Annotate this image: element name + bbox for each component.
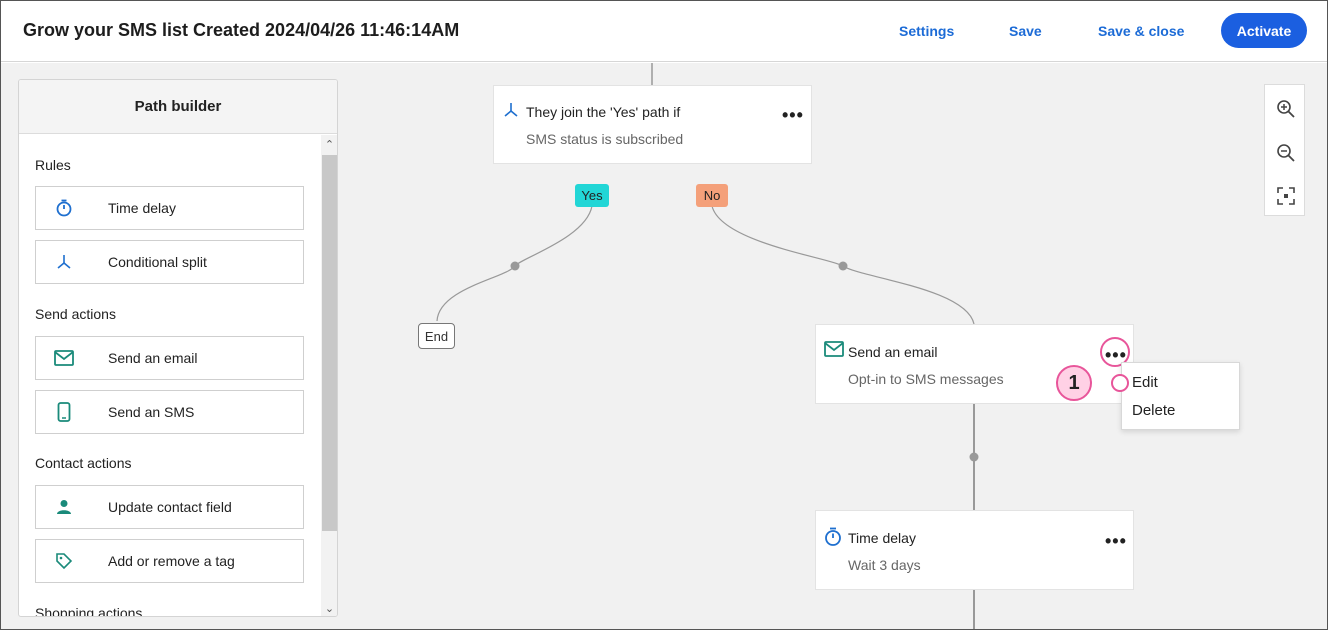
time-delay-item[interactable]: Time delay xyxy=(35,186,304,230)
more-options-icon[interactable]: ••• xyxy=(782,106,804,124)
edit-menu-item[interactable]: Edit xyxy=(1132,374,1158,391)
yes-path-tag: Yes xyxy=(575,184,609,207)
phone-icon xyxy=(54,402,74,422)
zoom-in-icon[interactable] xyxy=(1265,89,1306,129)
card-title: Send an email xyxy=(848,344,938,360)
item-label: Add or remove a tag xyxy=(108,553,235,569)
panel-title: Path builder xyxy=(19,80,337,134)
scroll-down-arrow-icon[interactable]: ⌄ xyxy=(321,600,337,616)
end-node[interactable]: End xyxy=(418,323,455,349)
item-label: Update contact field xyxy=(108,499,232,515)
fit-to-screen-icon[interactable] xyxy=(1265,176,1306,216)
no-path-tag: No xyxy=(696,184,728,207)
card-title: Time delay xyxy=(848,530,916,546)
edit-highlight-ring xyxy=(1111,374,1129,392)
header-bar: Grow your SMS list Created 2024/04/26 11… xyxy=(1,1,1327,62)
item-label: Time delay xyxy=(108,200,176,216)
update-contact-field-item[interactable]: Update contact field xyxy=(35,485,304,529)
card-subtitle: SMS status is subscribed xyxy=(526,131,684,147)
delete-menu-item[interactable]: Delete xyxy=(1132,402,1175,419)
scroll-thumb[interactable] xyxy=(322,155,337,531)
envelope-icon xyxy=(824,341,844,359)
save-link[interactable]: Save xyxy=(1009,23,1042,39)
card-title: They join the 'Yes' path if xyxy=(526,104,681,120)
settings-link[interactable]: Settings xyxy=(899,23,954,39)
section-send-actions: Send actions xyxy=(35,306,116,322)
item-label: Send an SMS xyxy=(108,404,195,420)
conditional-split-card[interactable]: They join the 'Yes' path if SMS status i… xyxy=(493,85,812,164)
send-email-item[interactable]: Send an email xyxy=(35,336,304,380)
save-close-link[interactable]: Save & close xyxy=(1098,23,1184,39)
step-callout-badge: 1 xyxy=(1056,365,1092,401)
add-remove-tag-item[interactable]: Add or remove a tag xyxy=(35,539,304,583)
card-subtitle: Opt-in to SMS messages xyxy=(848,371,1004,387)
page-title: Grow your SMS list Created 2024/04/26 11… xyxy=(23,20,460,40)
time-delay-card[interactable]: Time delay Wait 3 days ••• xyxy=(815,510,1134,590)
split-icon xyxy=(502,101,520,119)
item-label: Conditional split xyxy=(108,254,207,270)
panel-scrollbar[interactable]: ⌃ ⌄ xyxy=(321,135,337,616)
card-context-menu: Edit Delete xyxy=(1121,362,1240,430)
path-builder-panel: Path builder Rules Time delay Conditiona… xyxy=(18,79,338,617)
panel-body: Rules Time delay Conditional split Send … xyxy=(19,135,321,617)
activate-button[interactable]: Activate xyxy=(1221,13,1307,48)
tag-icon xyxy=(54,551,74,571)
timer-icon xyxy=(824,527,842,546)
timer-icon xyxy=(54,198,74,218)
conditional-split-item[interactable]: Conditional split xyxy=(35,240,304,284)
person-icon xyxy=(54,497,74,517)
section-shopping-actions: Shopping actions xyxy=(35,605,143,617)
section-rules: Rules xyxy=(35,157,71,173)
card-subtitle: Wait 3 days xyxy=(848,557,921,573)
send-sms-item[interactable]: Send an SMS xyxy=(35,390,304,434)
app-window: Grow your SMS list Created 2024/04/26 11… xyxy=(0,0,1328,630)
flow-canvas[interactable]: Path builder Rules Time delay Conditiona… xyxy=(1,63,1327,629)
split-icon xyxy=(54,252,74,272)
zoom-out-icon[interactable] xyxy=(1265,133,1306,173)
envelope-icon xyxy=(54,348,74,368)
item-label: Send an email xyxy=(108,350,198,366)
zoom-controls xyxy=(1264,84,1305,216)
scroll-up-arrow-icon[interactable]: ⌃ xyxy=(321,136,337,152)
section-contact-actions: Contact actions xyxy=(35,455,132,471)
more-options-icon[interactable]: ••• xyxy=(1105,532,1127,550)
